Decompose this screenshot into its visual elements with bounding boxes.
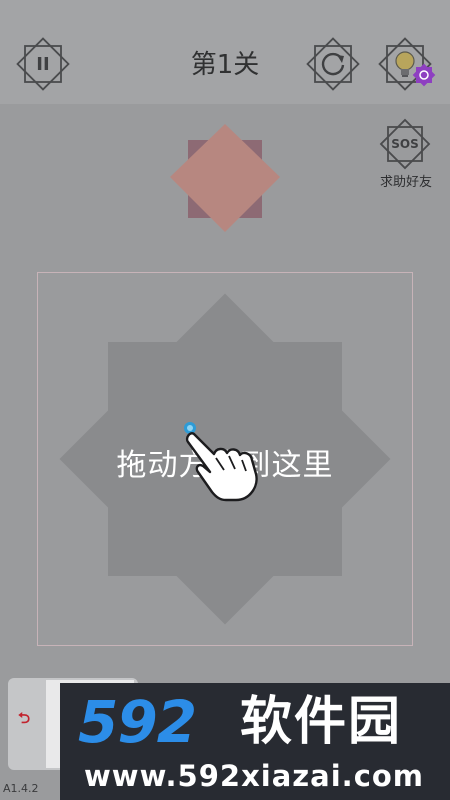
pause-icon: II xyxy=(36,53,50,75)
target-shape-preview xyxy=(170,124,280,232)
watermark-brand-number: 592 xyxy=(78,688,197,756)
undo-icon[interactable]: ⮌ xyxy=(12,708,36,732)
watermark-url: www.592xiazai.com xyxy=(84,759,425,793)
restart-icon xyxy=(306,37,360,91)
watermark-banner: 592 软件园 www.592xiazai.com xyxy=(60,683,450,800)
hand-pointer-icon xyxy=(184,422,258,502)
level-title: 第1关 xyxy=(190,50,260,80)
game-screen: II 第1关 SOS 求助好友 ⮌ A1.4.2 592 软件园 www.592… xyxy=(0,0,450,800)
sos-button[interactable]: SOS xyxy=(378,117,432,171)
sos-glyph: SOS xyxy=(391,137,419,151)
pause-button[interactable]: II xyxy=(16,37,70,91)
sos-label: 求助好友 xyxy=(379,175,432,190)
hint-count-badge-icon xyxy=(412,63,436,87)
watermark-brand-name: 软件园 xyxy=(240,692,403,752)
version-label: A1.4.2 xyxy=(3,782,39,795)
restart-button[interactable] xyxy=(306,37,360,91)
